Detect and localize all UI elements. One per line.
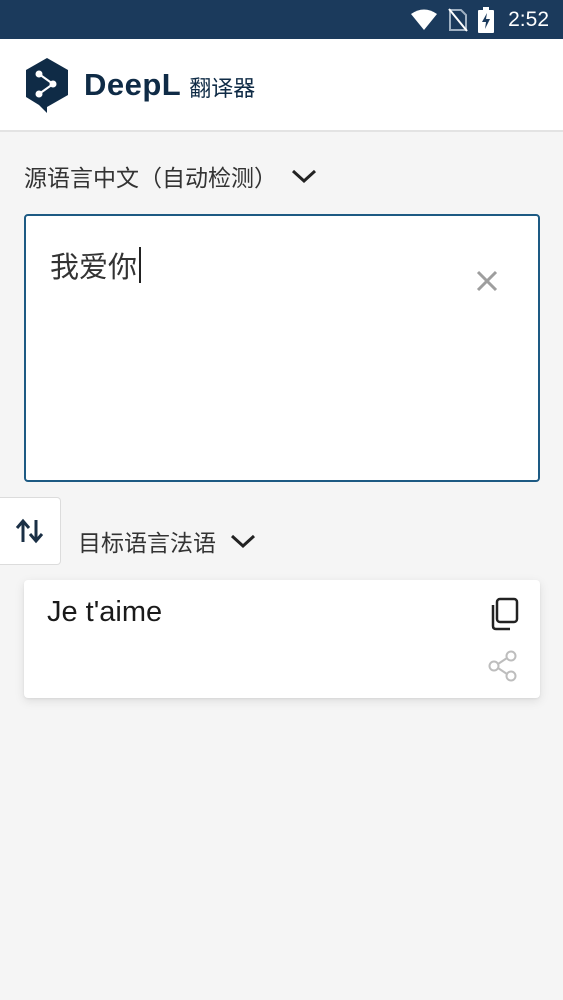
translation-text[interactable]: Je t'aime [47,596,162,629]
share-button[interactable] [487,649,519,683]
chevron-down-icon [291,169,317,184]
copy-icon [491,597,519,631]
close-icon [476,270,498,292]
share-icon [488,650,517,682]
translation-output-card: Je t'aime [24,580,540,698]
source-text-value: 我爱你 [50,250,138,284]
source-language-selector[interactable]: 源语言中文（自动检测） [24,155,317,197]
source-text-input[interactable]: 我爱你 [24,214,540,482]
target-language-label: 目标语言法语 [78,531,216,557]
brand-suffix: 翻译器 [189,76,256,102]
chevron-down-icon [230,534,256,549]
no-sim-icon [448,7,468,32]
deepl-logo-icon [26,57,68,113]
source-language-label: 源语言中文（自动检测） [24,166,277,192]
wifi-icon [411,9,438,30]
battery-charging-icon [478,6,495,33]
clear-button[interactable] [472,266,502,296]
source-text-field[interactable]: 我爱你 [50,244,142,286]
swap-languages-button[interactable] [0,497,61,565]
status-time: 2:52 [508,7,549,31]
swap-vertical-icon [15,518,44,544]
target-language-selector[interactable]: 目标语言法语 [78,520,256,562]
text-cursor [139,247,142,283]
app-header: DeepL 翻译器 [0,39,563,132]
copy-button[interactable] [488,597,520,631]
status-bar: 2:52 [0,0,563,39]
brand-name: DeepL [84,66,182,102]
